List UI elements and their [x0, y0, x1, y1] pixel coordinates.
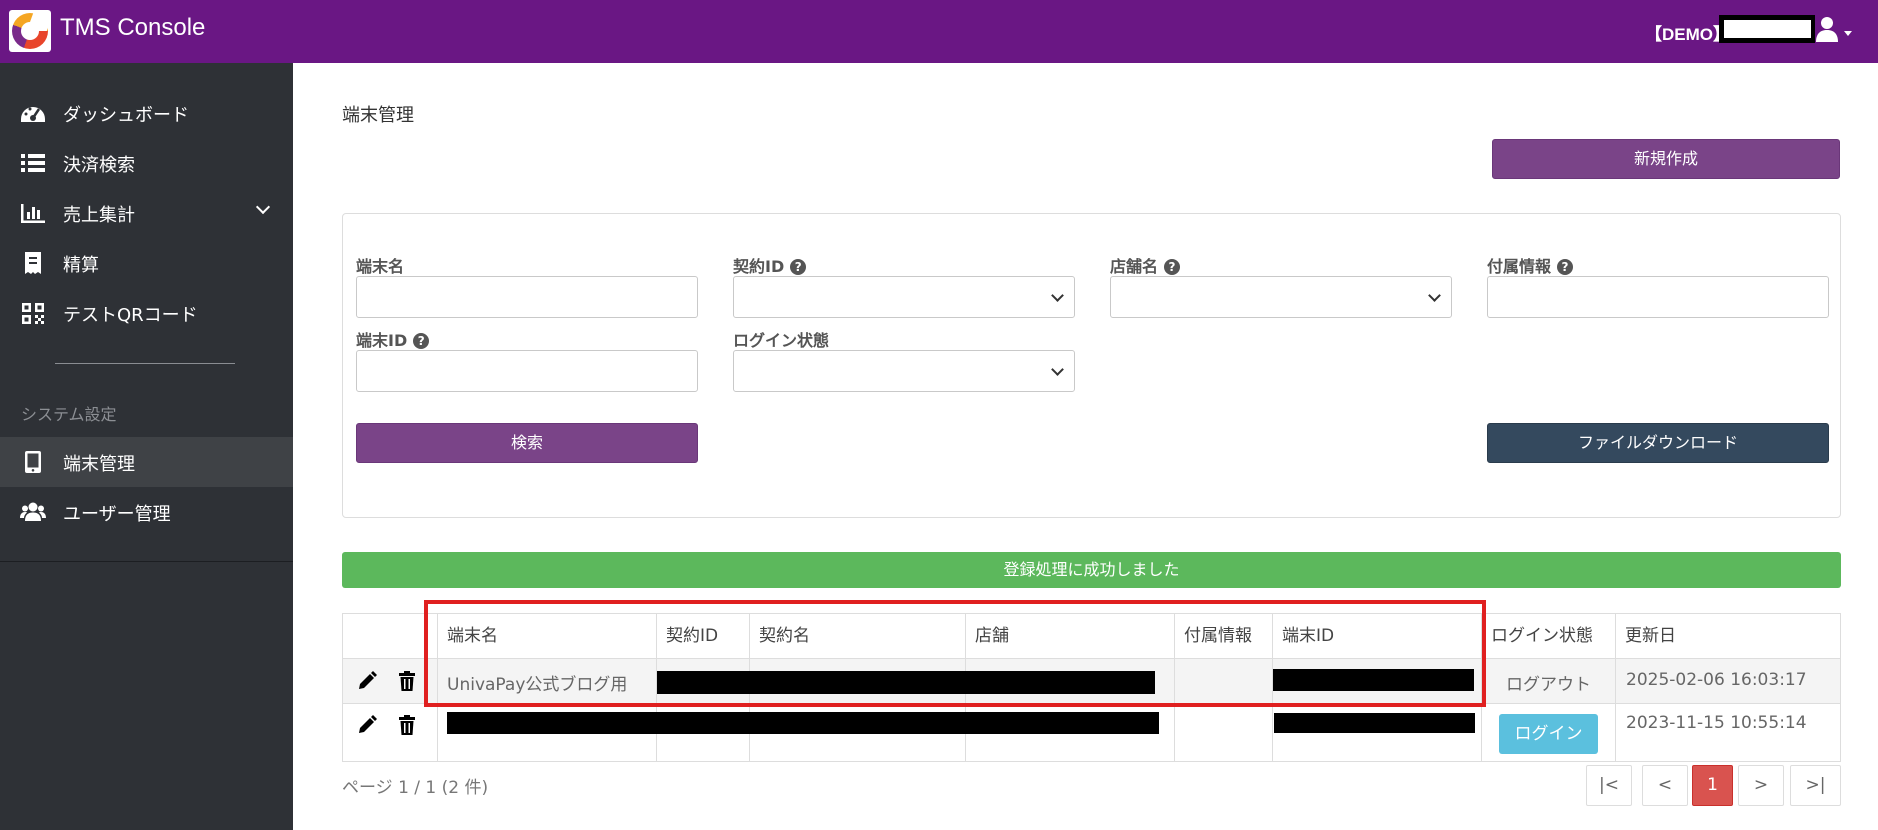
bar-chart-icon — [21, 204, 45, 223]
sidebar-item-label: ダッシュボード — [63, 105, 189, 126]
extra-info-input[interactable] — [1487, 276, 1829, 318]
demo-label: 【DEMO】 — [1645, 25, 1730, 44]
sidebar-divider — [55, 363, 235, 364]
help-icon[interactable]: ? — [790, 259, 807, 275]
column-header[interactable]: 更新日 — [1615, 614, 1676, 658]
login-state-label: ログイン状態 — [733, 331, 830, 350]
sidebar-item-dashboard[interactable]: ダッシュボード — [0, 88, 293, 138]
delete-icon[interactable] — [397, 715, 417, 735]
edit-icon[interactable] — [357, 715, 377, 735]
login-state-select[interactable] — [733, 350, 1075, 392]
user-menu-caret-icon[interactable] — [1844, 31, 1852, 36]
pager-prev-button[interactable]: < — [1642, 765, 1688, 806]
search-panel: 端末名 契約ID? 店舗名? 付属情報? 端末ID? ログイン状態 検索 ファイ… — [342, 213, 1841, 518]
login-state-cell: ログアウト — [1506, 675, 1591, 695]
sidebar-item-label: 端末管理 — [63, 454, 135, 475]
sidebar-item-user-management[interactable]: ユーザー管理 — [0, 487, 293, 537]
users-icon — [20, 502, 46, 521]
terminal-name-input[interactable] — [356, 276, 698, 318]
sidebar-item-settlement[interactable]: 精算 — [0, 238, 293, 288]
top-bar: TMS Console 【DEMO】 — [0, 0, 1878, 63]
sidebar-item-label: ユーザー管理 — [63, 504, 171, 525]
chevron-down-icon — [1051, 363, 1064, 376]
download-button[interactable]: ファイルダウンロード — [1487, 423, 1829, 463]
redacted-block — [447, 712, 1159, 734]
contract-id-label: 契約ID? — [733, 253, 807, 277]
sidebar-item-terminal-management[interactable]: 端末管理 — [0, 437, 293, 487]
search-button[interactable]: 検索 — [356, 423, 698, 463]
sidebar-item-payment-search[interactable]: 決済検索 — [0, 138, 293, 188]
success-alert: 登録処理に成功しました — [342, 552, 1841, 588]
highlight-box — [424, 600, 1486, 707]
dashboard-icon — [21, 107, 45, 122]
chevron-down-icon — [1428, 289, 1441, 302]
pager-info: ページ 1 / 1 (2 件) — [342, 778, 489, 798]
tablet-icon — [25, 451, 41, 473]
help-icon[interactable]: ? — [1557, 259, 1574, 275]
new-button[interactable]: 新規作成 — [1492, 139, 1840, 179]
sidebar-item-test-qr[interactable]: テストQRコード — [0, 288, 293, 338]
updated-cell: 2025-02-06 16:03:17 — [1626, 670, 1807, 690]
help-icon[interactable]: ? — [413, 333, 430, 349]
app-title[interactable]: TMS Console — [60, 14, 205, 42]
sidebar-item-label: 売上集計 — [63, 205, 135, 226]
list-icon — [21, 154, 45, 172]
pager-current-page[interactable]: 1 — [1692, 765, 1733, 806]
sidebar: ダッシュボード 決済検索 売上集計 精算 テストQRコード システム設定 端末管… — [0, 63, 293, 830]
store-name-select[interactable] — [1110, 276, 1452, 318]
page-title: 端末管理 — [342, 105, 414, 126]
edit-icon[interactable] — [357, 671, 377, 691]
chevron-down-icon[interactable] — [255, 199, 271, 215]
contract-id-select[interactable] — [733, 276, 1075, 318]
store-name-label: 店舗名? — [1110, 253, 1181, 277]
extra-info-label: 付属情報? — [1487, 253, 1574, 277]
section-label-system-settings: システム設定 — [21, 405, 117, 424]
qrcode-icon — [22, 303, 44, 324]
pager-next-button[interactable]: > — [1738, 765, 1784, 806]
receipt-icon — [25, 252, 41, 274]
sidebar-item-sales[interactable]: 売上集計 — [0, 188, 293, 238]
redacted-block — [1274, 713, 1475, 733]
app-logo[interactable] — [9, 10, 51, 52]
terminal-id-label: 端末ID? — [356, 327, 430, 351]
user-icon[interactable] — [1815, 16, 1839, 42]
pager-last-button[interactable]: >| — [1790, 765, 1841, 806]
sidebar-item-label: テストQRコード — [63, 305, 198, 326]
delete-icon[interactable] — [397, 671, 417, 691]
chevron-down-icon — [1051, 289, 1064, 302]
column-header[interactable]: ログイン状態 — [1481, 614, 1593, 658]
login-badge[interactable]: ログイン — [1499, 714, 1598, 754]
sidebar-item-label: 決済検索 — [63, 155, 135, 176]
help-icon[interactable]: ? — [1164, 259, 1181, 275]
terminal-name-label: 端末名 — [356, 257, 405, 276]
updated-cell: 2023-11-15 10:55:14 — [1626, 713, 1807, 733]
sidebar-item-label: 精算 — [63, 255, 99, 276]
terminal-id-input[interactable] — [356, 350, 698, 392]
pager-first-button[interactable]: |< — [1586, 765, 1632, 806]
